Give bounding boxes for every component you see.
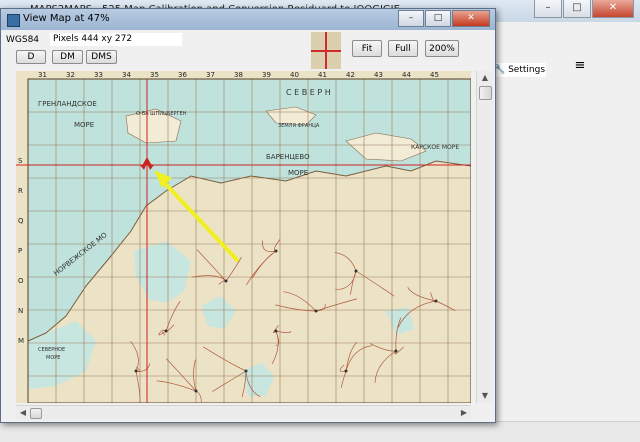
degrees-minutes-button[interactable]: DM — [52, 50, 83, 64]
horizontal-scrollbar[interactable]: ◀ ▶ — [16, 405, 471, 420]
city-dot — [394, 349, 398, 353]
city-dot — [274, 249, 278, 253]
hamburger-menu-icon[interactable]: ≡ — [572, 58, 588, 74]
thumbnail-crosshair-v — [325, 32, 327, 69]
label-greenland-sea-2: МОРЕ — [74, 121, 94, 129]
grid-column-label: 45 — [430, 71, 439, 79]
main-status-area — [0, 421, 640, 442]
grid-column-label: 40 — [290, 71, 299, 79]
main-maximize-button[interactable]: □ — [563, 0, 591, 18]
grid-column-label: 37 — [206, 71, 215, 79]
grid-column-label: 44 — [402, 71, 411, 79]
scroll-up-icon[interactable]: ▲ — [477, 71, 493, 85]
vertical-scroll-thumb[interactable] — [479, 86, 492, 100]
label-north: С Е В Е Р Н — [286, 88, 331, 97]
grid-column-label: 36 — [178, 71, 187, 79]
label-north-sea-2: МОРЕ — [46, 355, 60, 361]
grid-row-label: O — [18, 277, 24, 285]
grid-row-label: S — [18, 157, 23, 165]
scroll-left-icon[interactable]: ◀ — [16, 406, 30, 420]
vertical-scrollbar[interactable]: ▲ ▼ — [476, 71, 493, 403]
map-minimize-button[interactable]: – — [398, 10, 424, 27]
main-window-controls: – □ ✕ — [534, 0, 634, 18]
city-dot — [344, 369, 348, 373]
settings-label: Settings — [508, 65, 546, 75]
scroll-down-icon[interactable]: ▼ — [477, 389, 493, 403]
main-minimize-button[interactable]: – — [534, 0, 562, 18]
grid-column-label: 31 — [38, 71, 47, 79]
horizontal-scroll-thumb[interactable] — [30, 408, 42, 419]
label-greenland-sea: ГРЕНЛАНДСКОЕ — [38, 100, 97, 108]
grid-row-label: Q — [18, 217, 24, 225]
city-dot — [194, 389, 198, 393]
city-dot — [354, 269, 358, 273]
grid-column-label: 43 — [374, 71, 383, 79]
grid-column-labels: 31 32 33 34 35 36 37 38 39 40 41 42 43 44 45 — [38, 71, 439, 79]
city-dot — [244, 369, 248, 373]
map-maximize-button[interactable]: □ — [425, 10, 451, 27]
map-window-controls: – □ ✕ — [398, 10, 490, 27]
city-dot — [134, 369, 138, 373]
settings-button[interactable]: 🔧 Settings — [494, 63, 546, 77]
label-franz-josef: ЗЕМЛЯ ФРАНЦА — [278, 123, 320, 129]
city-dot — [164, 329, 168, 333]
grid-row-label: P — [18, 247, 22, 255]
grid-column-label: 32 — [66, 71, 75, 79]
grid-column-label: 39 — [262, 71, 271, 79]
label-north-sea: СЕВЕРНОЕ — [38, 347, 65, 353]
map-toolbar: WGS84 Pixels 444 xy 272 D DM DMS Fit Ful… — [1, 30, 495, 70]
map-thumbnail[interactable] — [311, 32, 341, 69]
full-button[interactable]: Full — [388, 40, 418, 57]
grid-column-label: 35 — [150, 71, 159, 79]
crs-label: WGS84 — [6, 35, 40, 45]
map-window-title: View Map at 47% — [23, 13, 110, 24]
grid-column-label: 33 — [94, 71, 103, 79]
fit-button[interactable]: Fit — [352, 40, 382, 57]
pixels-readout: Pixels 444 xy 272 — [50, 33, 182, 46]
city-dot — [224, 279, 228, 283]
grid-column-label: 41 — [318, 71, 327, 79]
grid-row-label: M — [18, 337, 24, 345]
grid-row-label: R — [18, 187, 23, 195]
map-image[interactable]: 31 32 33 34 35 36 37 38 39 40 41 42 43 44 45 S R Q P O N M Г… — [16, 71, 471, 403]
label-barents-sea-2: МОРЕ — [288, 169, 308, 177]
grid-row-label: N — [18, 307, 23, 315]
city-dot — [314, 309, 318, 313]
grid-column-label: 34 — [122, 71, 131, 79]
city-dot — [434, 299, 438, 303]
label-barents-sea: БАРЕНЦЕВО — [266, 153, 310, 161]
main-close-button[interactable]: ✕ — [592, 0, 634, 18]
degrees-button[interactable]: D — [16, 50, 46, 64]
grid-column-label: 38 — [234, 71, 243, 79]
map-canvas[interactable]: 31 32 33 34 35 36 37 38 39 40 41 42 43 44 45 S R Q P O N M Г… — [16, 71, 471, 403]
map-close-button[interactable]: ✕ — [452, 10, 490, 27]
scroll-right-icon[interactable]: ▶ — [457, 406, 471, 420]
view-map-window: View Map at 47% – □ ✕ WGS84 Pixels 444 x… — [0, 8, 496, 423]
app-icon — [7, 14, 20, 27]
zoom-200-button[interactable]: 200% — [425, 40, 459, 57]
grid-column-label: 42 — [346, 71, 355, 79]
main-right-panel — [493, 22, 640, 441]
map-title-bar[interactable]: View Map at 47% – □ ✕ — [1, 9, 495, 30]
degrees-minutes-seconds-button[interactable]: DMS — [86, 50, 117, 64]
label-svalbard: О-ВА ШПИЦБЕРГЕН — [136, 111, 187, 117]
label-kara-sea: КАРСКОЕ МОРЕ — [411, 144, 459, 151]
city-dot — [274, 329, 278, 333]
